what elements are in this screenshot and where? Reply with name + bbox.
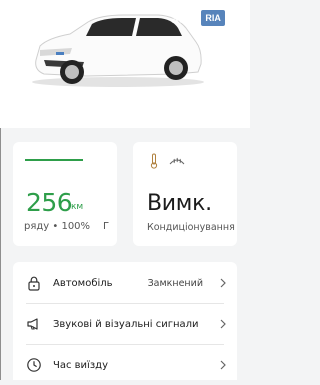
list-item-car[interactable]: Автомобіль Замкнений [13,263,237,303]
climate-icons [150,153,186,169]
horn-icon [27,318,38,330]
watermark-ria: RIA [201,10,225,26]
climate-card[interactable]: Вимк. Кондиціонування [133,142,237,246]
climate-status: Вимк. [147,191,212,216]
lock-icon [28,276,40,291]
settings-list: Автомобіль Замкнений Звукові й візуальні… [13,262,237,380]
range-subtitle: ряду • 100% [24,221,91,232]
list-item-car-label: Автомобіль [53,277,113,289]
chevron-right-icon [220,360,226,370]
range-extra: Г [103,221,110,232]
list-item-car-value: Замкнений [147,277,203,289]
range-indicator-bar [25,159,83,161]
autoria-watermark: auto RIA [171,8,225,28]
climate-label: Кондиціонування [147,222,235,233]
list-item-departure-label: Час виїзду [53,359,108,371]
range-card[interactable]: 256 км ряду • 100% Г [13,142,117,246]
list-item-departure[interactable]: Час виїзду [13,345,237,385]
watermark-auto: auto [171,10,200,26]
chevron-right-icon [220,319,226,329]
car-hero: auto RIA [0,0,250,128]
list-item-signals[interactable]: Звукові й візуальні сигнали [13,304,237,344]
list-item-signals-label: Звукові й візуальні сигнали [53,318,199,330]
range-value: 256 [26,188,73,217]
windshield-defrost-icon [169,157,185,165]
range-unit: км [71,202,84,212]
thermometer-icon [150,153,158,169]
clock-icon [27,358,41,372]
chevron-right-icon [220,278,226,288]
